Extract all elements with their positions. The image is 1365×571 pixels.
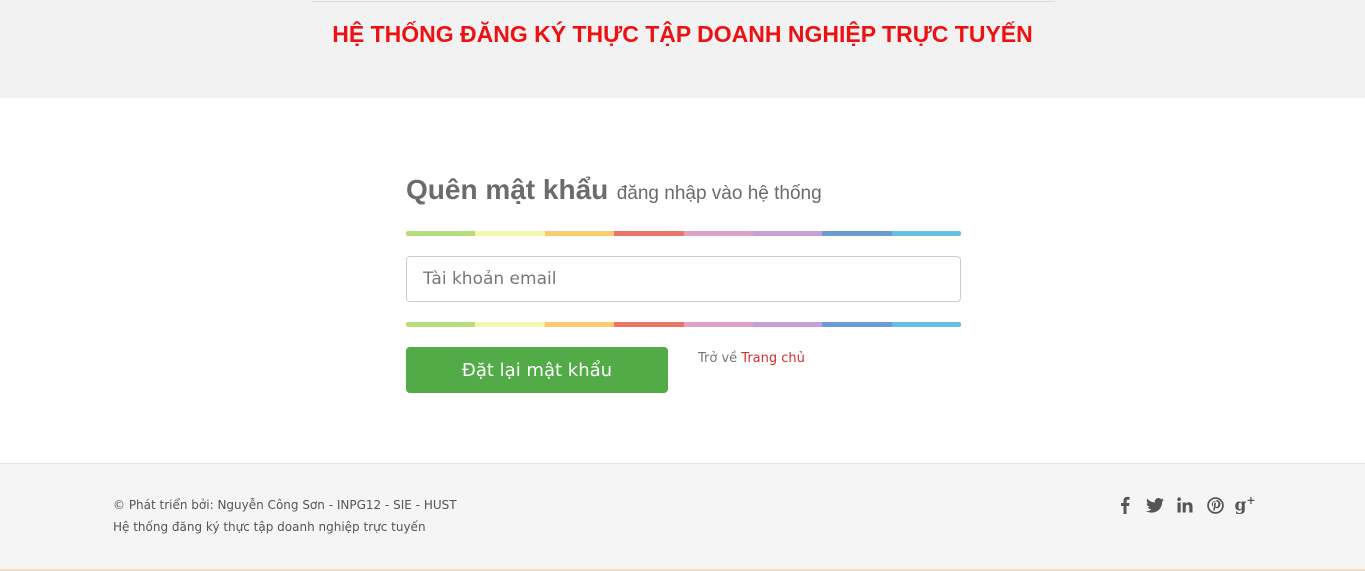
rainbow-segment [891, 231, 961, 236]
footer: © Phát triển bởi: Nguyễn Công Sơn - INPG… [0, 463, 1365, 571]
footer-copyright: © Phát triển bởi: Nguyễn Công Sơn - INPG… [113, 498, 457, 512]
form-title: Quên mật khẩu [406, 174, 609, 205]
rainbow-segment [406, 231, 476, 236]
reset-password-button[interactable]: Đặt lại mật khẩu [406, 347, 668, 393]
rainbow-segment [683, 322, 753, 327]
form-subtitle: đăng nhập vào hệ thống [616, 183, 822, 204]
pinterest-icon[interactable] [1204, 494, 1226, 516]
rainbow-segment [406, 322, 476, 327]
facebook-icon[interactable] [1114, 494, 1136, 516]
google-plus-icon[interactable]: g+ [1234, 494, 1256, 516]
rainbow-divider-top [406, 231, 961, 236]
social-links: g+ [1114, 494, 1256, 516]
header-divider [312, 1, 1055, 2]
form-heading: Quên mật khẩu đăng nhập vào hệ thống [406, 174, 961, 214]
rainbow-segment [822, 231, 892, 236]
rainbow-divider-bottom [406, 322, 961, 327]
back-home-prefix: Trở về [698, 351, 738, 366]
linkedin-icon[interactable] [1174, 494, 1196, 516]
rainbow-segment [475, 231, 545, 236]
rainbow-segment [544, 231, 615, 236]
rainbow-segment [614, 231, 684, 236]
rainbow-segment [544, 322, 615, 327]
email-field[interactable] [406, 256, 961, 302]
forgot-password-form: Quên mật khẩu đăng nhập vào hệ thống Đặt… [406, 174, 961, 393]
twitter-icon[interactable] [1144, 494, 1166, 516]
rainbow-segment [891, 322, 961, 327]
header-bar: HỆ THỐNG ĐĂNG KÝ THỰC TẬP DOANH NGHIỆP T… [0, 0, 1365, 98]
site-title: HỆ THỐNG ĐĂNG KÝ THỰC TẬP DOANH NGHIỆP T… [332, 21, 1033, 47]
rainbow-segment [683, 231, 753, 236]
footer-tagline: Hệ thống đăng ký thực tập doanh nghiệp t… [113, 520, 426, 534]
back-home: Trở về Trang chủ [698, 351, 805, 366]
home-link[interactable]: Trang chủ [741, 351, 805, 366]
rainbow-segment [614, 322, 684, 327]
rainbow-segment [752, 322, 823, 327]
rainbow-segment [822, 322, 892, 327]
rainbow-segment [752, 231, 823, 236]
rainbow-segment [475, 322, 545, 327]
